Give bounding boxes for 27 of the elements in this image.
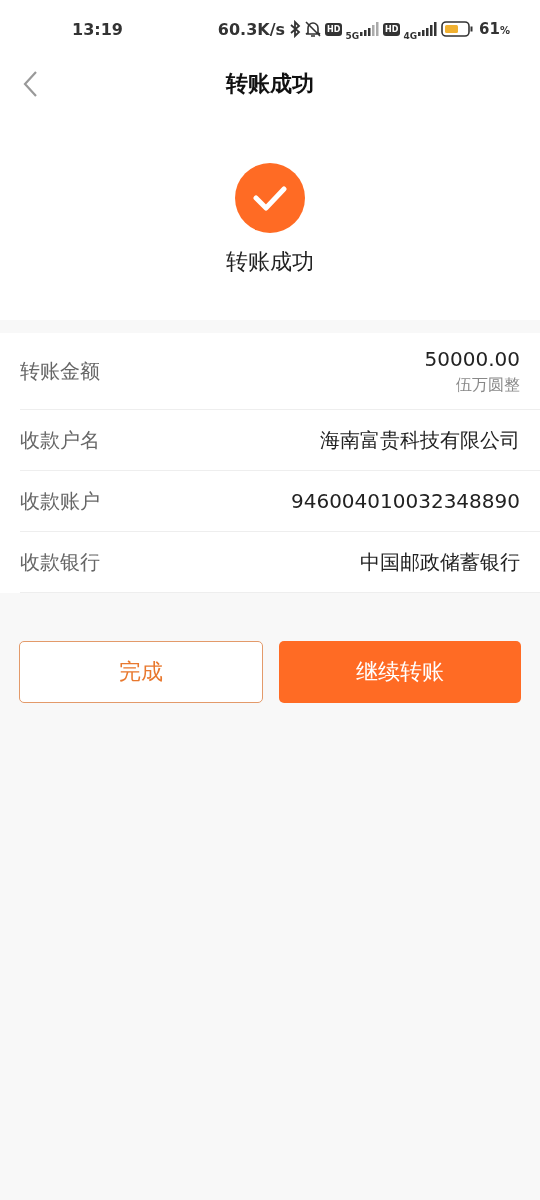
detail-value: 中国邮政储蓄银行	[360, 548, 520, 576]
network-speed: 60.3K/s	[217, 19, 286, 39]
success-message: 转账成功	[226, 248, 314, 276]
detail-value: 海南富贵科技有限公司	[320, 426, 520, 454]
back-icon[interactable]	[22, 70, 38, 98]
amount-in-words: 伍万圆整	[456, 374, 520, 396]
success-check-icon	[235, 163, 305, 233]
signal-icon	[360, 22, 381, 36]
hd-badge: HD	[383, 22, 401, 36]
detail-label: 收款户名	[20, 426, 100, 454]
network-type: 4G	[403, 31, 418, 41]
detail-label: 转账金额	[20, 357, 100, 385]
detail-value: 946004010032348890	[290, 489, 520, 513]
detail-label: 收款银行	[20, 548, 100, 576]
network-type: 5G	[345, 31, 360, 41]
muted-bell-icon	[304, 20, 323, 38]
detail-label: 收款账户	[20, 487, 100, 515]
signal-icon	[418, 22, 439, 36]
action-button[interactable]: 继续转账	[279, 641, 521, 703]
bluetooth-icon	[290, 20, 302, 38]
page-title: 转账成功	[226, 70, 314, 98]
hd-badge: HD	[325, 22, 343, 36]
battery-percent: 61%	[479, 20, 510, 38]
battery-icon	[441, 21, 474, 37]
detail-value: 50000.00	[424, 346, 520, 371]
status-time: 13:19	[72, 19, 123, 39]
action-button[interactable]: 完成	[19, 641, 263, 703]
